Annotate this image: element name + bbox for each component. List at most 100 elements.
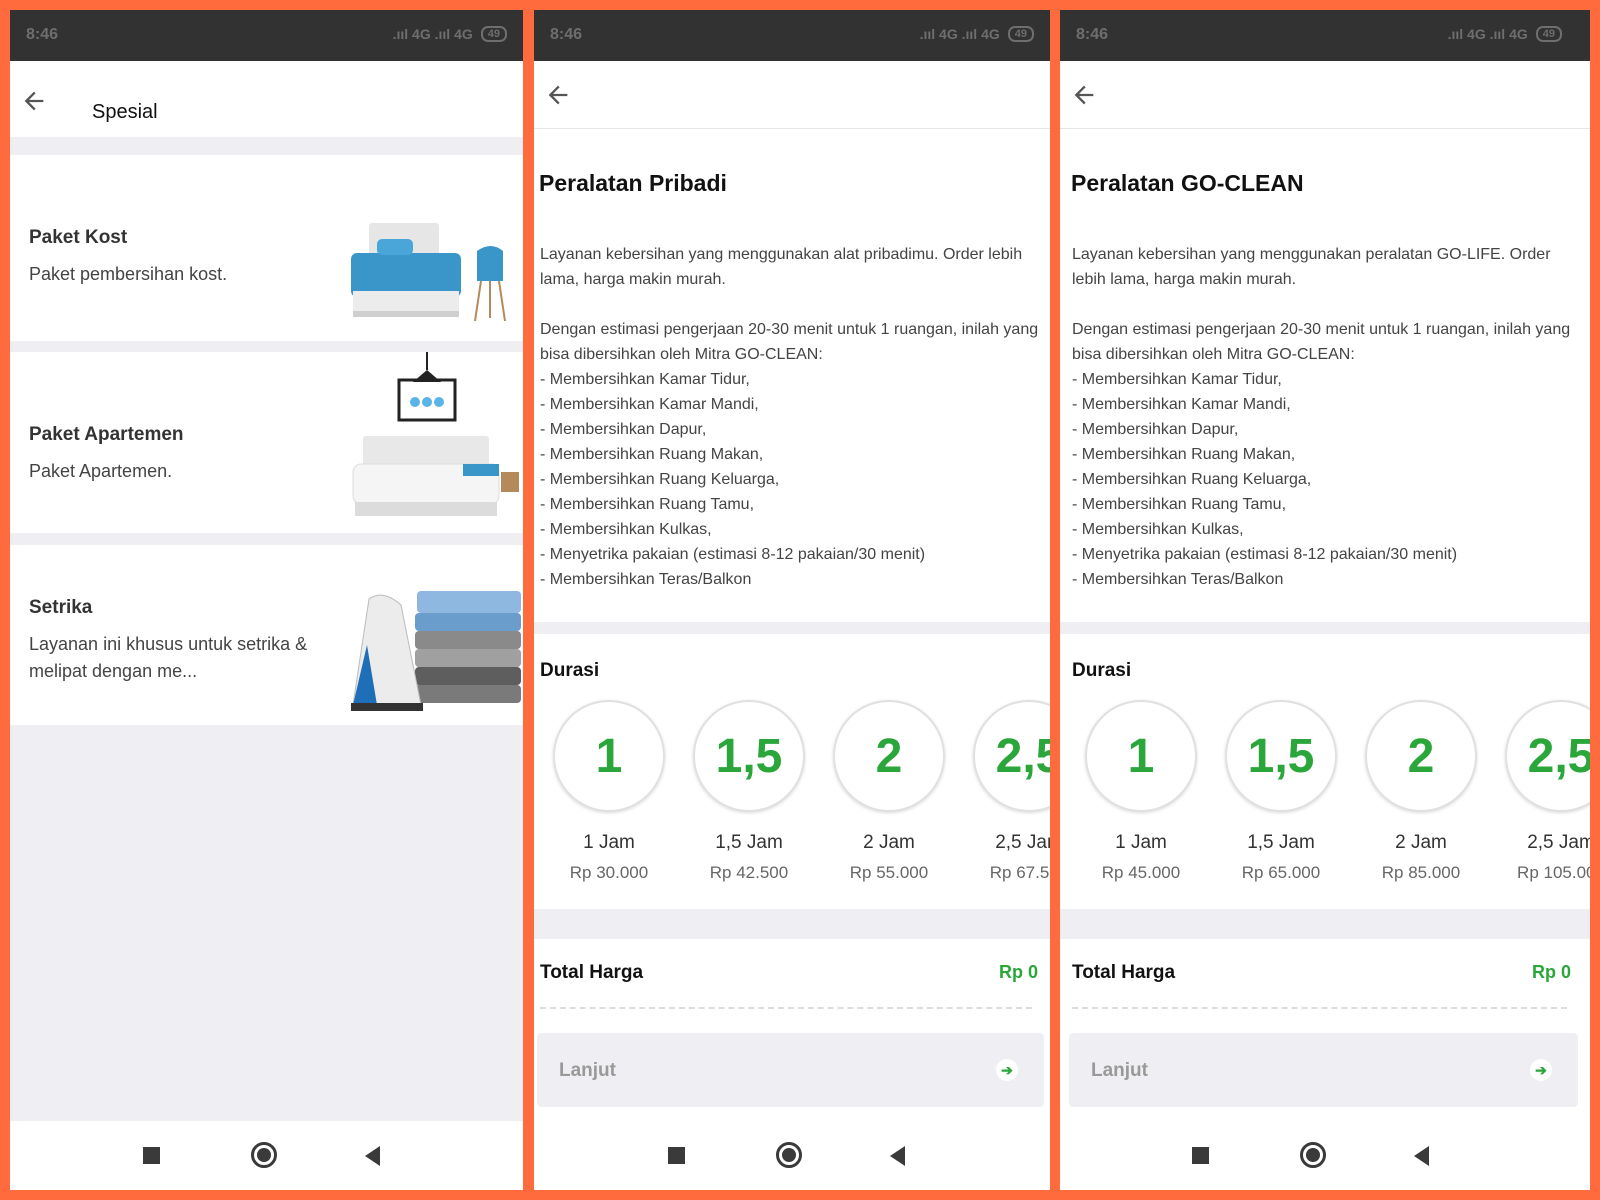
lanjut-button[interactable]: Lanjut ➔	[537, 1033, 1044, 1107]
app-bar: Spesial	[10, 61, 523, 137]
duration-circle: 1,5	[1225, 700, 1337, 812]
duration-option-2-5[interactable]: 2,5 2,5 Jam Rp 67.500	[973, 700, 1050, 883]
list-item-paket-kost[interactable]: Paket Kost Paket pembersihan kost.	[10, 155, 523, 341]
arrow-right-icon: ➔	[996, 1059, 1018, 1081]
signal-indicator: .ııl 4G .ııl 4G 49	[920, 26, 1034, 42]
duration-price: Rp 55.000	[849, 863, 929, 882]
status-time: 8:46	[26, 26, 59, 43]
duration-price: Rp 105.000	[1517, 863, 1590, 882]
divider	[1060, 909, 1590, 939]
page-title: Spesial	[92, 101, 158, 123]
iron-clothes-illustration	[351, 591, 521, 711]
list-item-setrika[interactable]: Setrika Layanan ini khusus untuk setrika…	[10, 545, 523, 725]
dashed-divider	[540, 1007, 1032, 1009]
screen-peralatan-pribadi: 8:46 .ııl 4G .ııl 4G 49 Peralatan Pribadi…	[534, 10, 1050, 1190]
duration-price: Rp 30.000	[569, 863, 649, 882]
duration-label: 1,5 Jam	[1247, 832, 1315, 853]
bedroom-illustration	[352, 352, 519, 516]
item-title: Paket Apartemen	[29, 424, 184, 445]
status-time: 8:46	[1076, 26, 1109, 43]
duration-price: Rp 45.000	[1101, 863, 1181, 882]
duration-price: Rp 67.500	[989, 863, 1050, 882]
back-triangle-icon[interactable]	[890, 1146, 905, 1166]
total-value: Rp 0	[1532, 962, 1572, 982]
duration-label: 2,5 Jam	[995, 832, 1050, 853]
description-text: Layanan kebersihan yang menggunakan alat…	[540, 246, 1039, 588]
duration-circle: 2,5	[1505, 700, 1590, 812]
recent-apps-icon[interactable]	[143, 1147, 160, 1164]
total-label: Total Harga	[540, 962, 644, 983]
item-desc: Paket pembersihan kost.	[29, 264, 228, 284]
page-title: Peralatan GO-CLEAN	[1071, 170, 1304, 196]
screen-peralatan-go-clean: 8:46 .ııl 4G .ııl 4G 49 Peralatan GO-CLEA…	[1060, 10, 1590, 1190]
item-title: Setrika	[29, 597, 93, 618]
home-icon[interactable]	[251, 1142, 277, 1168]
duration-label: 2 Jam	[1395, 832, 1447, 853]
button-label: Lanjut	[559, 1060, 616, 1081]
duration-price: Rp 42.500	[709, 863, 789, 882]
status-bar: 8:46 .ııl 4G .ııl 4G 49	[534, 10, 1050, 61]
duration-option-2[interactable]: 2 2 Jam Rp 55.000	[833, 700, 945, 883]
divider	[534, 622, 1050, 634]
duration-option-1[interactable]: 1 1 Jam Rp 30.000	[553, 700, 665, 883]
duration-label: 1 Jam	[1115, 832, 1167, 853]
back-arrow-icon[interactable]	[1070, 81, 1098, 109]
item-desc: Paket Apartemen.	[29, 461, 173, 481]
duration-price: Rp 85.000	[1381, 863, 1461, 882]
duration-circle: 2	[833, 700, 945, 812]
duration-label: 1 Jam	[583, 832, 635, 853]
duration-label: 2 Jam	[863, 832, 915, 853]
home-icon[interactable]	[1300, 1142, 1326, 1168]
list-item-paket-apartemen[interactable]: Paket Apartemen Paket Apartemen.	[10, 352, 523, 533]
system-nav-bar	[1060, 1121, 1590, 1190]
duration-option-1-5[interactable]: 1,5 1,5 Jam Rp 42.500	[693, 700, 805, 883]
item-desc: Layanan ini khusus untuk setrika & melip…	[29, 634, 308, 681]
back-triangle-icon[interactable]	[365, 1146, 380, 1166]
dashed-divider	[1072, 1007, 1567, 1009]
total-label: Total Harga	[1072, 962, 1176, 983]
duration-circle: 2	[1365, 700, 1477, 812]
home-icon[interactable]	[776, 1142, 802, 1168]
total-value: Rp 0	[999, 962, 1039, 982]
battery-icon: 49	[1535, 26, 1562, 42]
battery-icon: 49	[480, 26, 507, 42]
recent-apps-icon[interactable]	[1192, 1147, 1209, 1164]
duration-circle: 1	[553, 700, 665, 812]
signal-text: .ııl 4G .ııl 4G	[919, 26, 1000, 42]
divider	[534, 909, 1050, 939]
app-bar	[534, 61, 1050, 129]
arrow-right-icon: ➔	[1530, 1059, 1552, 1081]
signal-text: .ııl 4G .ııl 4G	[1447, 26, 1528, 42]
duration-label: 2,5 Jam	[1527, 832, 1590, 853]
back-arrow-icon[interactable]	[544, 81, 572, 109]
system-nav-bar	[534, 1121, 1050, 1190]
signal-text: .ııl 4G .ııl 4G	[392, 26, 473, 42]
duration-price: Rp 65.000	[1241, 863, 1321, 882]
duration-option-2-5[interactable]: 2,5 2,5 Jam Rp 105.000	[1505, 700, 1590, 883]
signal-indicator: .ııl 4G .ııl 4G 49	[393, 26, 507, 42]
recent-apps-icon[interactable]	[668, 1147, 685, 1164]
divider	[1060, 622, 1590, 634]
status-bar: 8:46 .ııl 4G .ııl 4G 49	[10, 10, 523, 61]
durasi-label: Durasi	[1072, 660, 1132, 681]
item-title: Paket Kost	[29, 227, 128, 248]
duration-circle: 1,5	[693, 700, 805, 812]
durasi-label: Durasi	[540, 660, 600, 681]
back-arrow-icon[interactable]	[20, 87, 48, 115]
status-time: 8:46	[550, 26, 583, 43]
page-title: Peralatan Pribadi	[539, 170, 727, 196]
signal-indicator: .ııl 4G .ııl 4G 49	[1448, 26, 1562, 42]
duration-option-1[interactable]: 1 1 Jam Rp 45.000	[1085, 700, 1197, 883]
duration-option-2[interactable]: 2 2 Jam Rp 85.000	[1365, 700, 1477, 883]
lanjut-button[interactable]: Lanjut ➔	[1069, 1033, 1578, 1107]
bed-chair-illustration	[351, 223, 506, 322]
duration-label: 1,5 Jam	[715, 832, 783, 853]
description-text: Layanan kebersihan yang menggunakan pera…	[1072, 246, 1571, 588]
battery-icon: 49	[1007, 26, 1034, 42]
app-bar	[1060, 61, 1590, 129]
duration-option-1-5[interactable]: 1,5 1,5 Jam Rp 65.000	[1225, 700, 1337, 883]
back-triangle-icon[interactable]	[1414, 1146, 1429, 1166]
button-label: Lanjut	[1091, 1060, 1148, 1081]
screen-spesial: 8:46 .ııl 4G .ııl 4G 49 Spesial Paket Kos…	[10, 10, 523, 1190]
duration-circle: 2,5	[973, 700, 1050, 812]
